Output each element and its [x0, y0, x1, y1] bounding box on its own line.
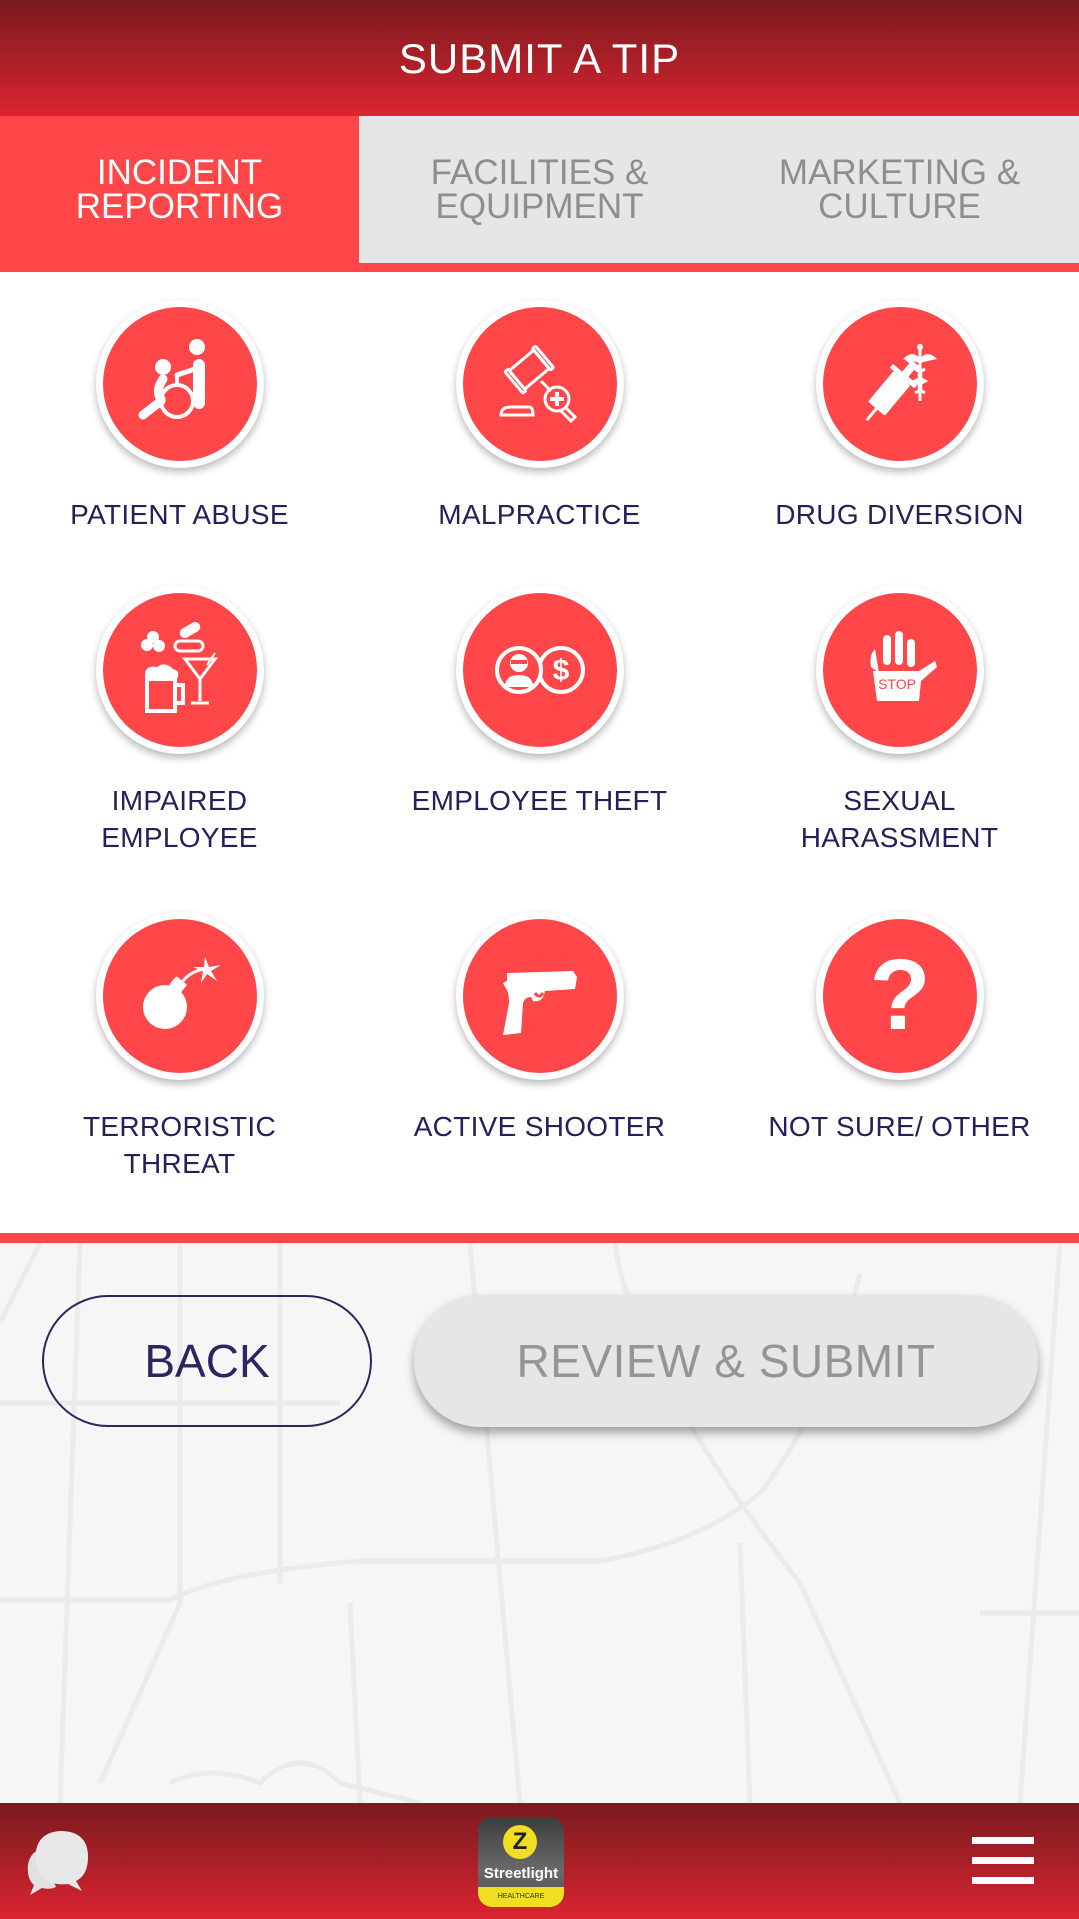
category-badge-inner	[462, 919, 617, 1073]
category-badge-inner: ?	[822, 919, 977, 1073]
tab-label: MARKETING & CULTURE	[778, 152, 1021, 226]
tab-label: FACILITIES & EQUIPMENT	[430, 152, 649, 226]
menu-bar	[972, 1857, 1034, 1864]
page-title: SUBMIT A TIP	[398, 35, 681, 82]
category-label: ACTIVE SHOOTER	[413, 1111, 666, 1142]
category-active-shooter[interactable]: ACTIVE SHOOTER	[360, 912, 719, 1145]
gavel-medical-icon	[498, 344, 577, 424]
streetlight-logo[interactable]: Z Streetlight HEALTHCARE	[478, 1817, 564, 1907]
category-badge	[455, 300, 624, 468]
category-label: TERRORISTIC THREAT	[82, 1111, 277, 1179]
category-label: SEXUAL HARASSMENT	[800, 785, 999, 853]
category-label: PATIENT ABUSE	[70, 499, 289, 530]
category-badge	[815, 300, 984, 468]
category-malpractice[interactable]: MALPRACTICE	[360, 300, 719, 533]
svg-text:STOP: STOP	[878, 676, 916, 692]
category-patient-abuse[interactable]: PATIENT ABUSE	[0, 300, 359, 533]
category-badge-inner	[102, 307, 257, 461]
syringe-caduceus-icon	[865, 344, 937, 422]
category-label: NOT SURE/ OTHER	[768, 1111, 1031, 1142]
category-impaired-employee[interactable]: IMPAIRED EMPLOYEE	[0, 586, 359, 856]
tab-underline	[0, 263, 1079, 272]
category-badge-inner: STOP	[822, 593, 977, 747]
menu-bar	[972, 1837, 1034, 1844]
logo-letter: Z	[503, 1825, 537, 1859]
category-badge	[95, 586, 264, 754]
category-label: EMPLOYEE THEFT	[411, 785, 668, 816]
grid-divider	[0, 1233, 1079, 1243]
category-drug-diversion[interactable]: DRUG DIVERSION	[720, 300, 1079, 533]
category-badge-inner	[102, 919, 257, 1073]
category-badge: ?	[815, 912, 984, 1080]
chat-bubbles-icon	[27, 1831, 88, 1895]
logo-name: Streetlight	[483, 1865, 559, 1882]
pills-alcohol-icon	[140, 622, 218, 713]
category-badge	[455, 912, 624, 1080]
review-submit-button[interactable]: REVIEW & SUBMIT	[414, 1295, 1038, 1427]
category-badge-inner	[102, 593, 257, 747]
thief-dollar-icon: $	[494, 646, 585, 694]
tab-marketing-culture[interactable]: MARKETING & CULTURE	[720, 116, 1079, 263]
category-tabs: INCIDENT REPORTING FACILITIES & EQUIPMEN…	[0, 116, 1079, 263]
category-sexual-harassment[interactable]: STOP SEXUAL HARASSMENT	[720, 586, 1079, 856]
svg-text:?: ?	[869, 941, 930, 1051]
category-not-sure-other[interactable]: ? NOT SURE/ OTHER	[720, 912, 1079, 1145]
wheelchair-caregiver-icon	[138, 339, 205, 420]
back-button[interactable]: BACK	[42, 1295, 372, 1427]
category-employee-theft[interactable]: $ EMPLOYEE THEFT	[360, 586, 719, 819]
category-badge	[95, 912, 264, 1080]
category-label: DRUG DIVERSION	[775, 499, 1024, 530]
app-header: SUBMIT A TIP	[0, 0, 1079, 116]
stop-hand-icon: STOP	[870, 631, 937, 701]
category-label: IMPAIRED EMPLOYEE	[101, 785, 258, 853]
category-badge-inner	[462, 307, 617, 461]
bomb-icon	[142, 957, 221, 1029]
tab-label: INCIDENT REPORTING	[75, 152, 284, 226]
category-badge: STOP	[815, 586, 984, 754]
hamburger-menu-icon[interactable]	[972, 1837, 1036, 1887]
handgun-icon	[502, 971, 577, 1035]
category-badge	[95, 300, 264, 468]
category-terroristic-threat[interactable]: TERRORISTIC THREAT	[0, 912, 359, 1182]
bottom-bar: Z Streetlight HEALTHCARE	[0, 1803, 1079, 1919]
svg-text:$: $	[552, 654, 569, 687]
question-mark-icon: ?	[869, 941, 930, 1051]
logo-subtitle: HEALTHCARE	[478, 1887, 564, 1907]
tab-facilities-equipment[interactable]: FACILITIES & EQUIPMENT	[359, 116, 720, 263]
category-badge-inner: $	[462, 593, 617, 747]
category-label: MALPRACTICE	[438, 499, 641, 530]
incident-category-grid: PATIENT ABUSE MALPRACTICE DRUG DIVERSION…	[0, 272, 1079, 1233]
chat-button[interactable]	[20, 1825, 92, 1897]
tab-incident-reporting[interactable]: INCIDENT REPORTING	[0, 116, 359, 263]
category-badge-inner	[822, 307, 977, 461]
category-badge: $	[455, 586, 624, 754]
menu-bar	[972, 1877, 1034, 1884]
